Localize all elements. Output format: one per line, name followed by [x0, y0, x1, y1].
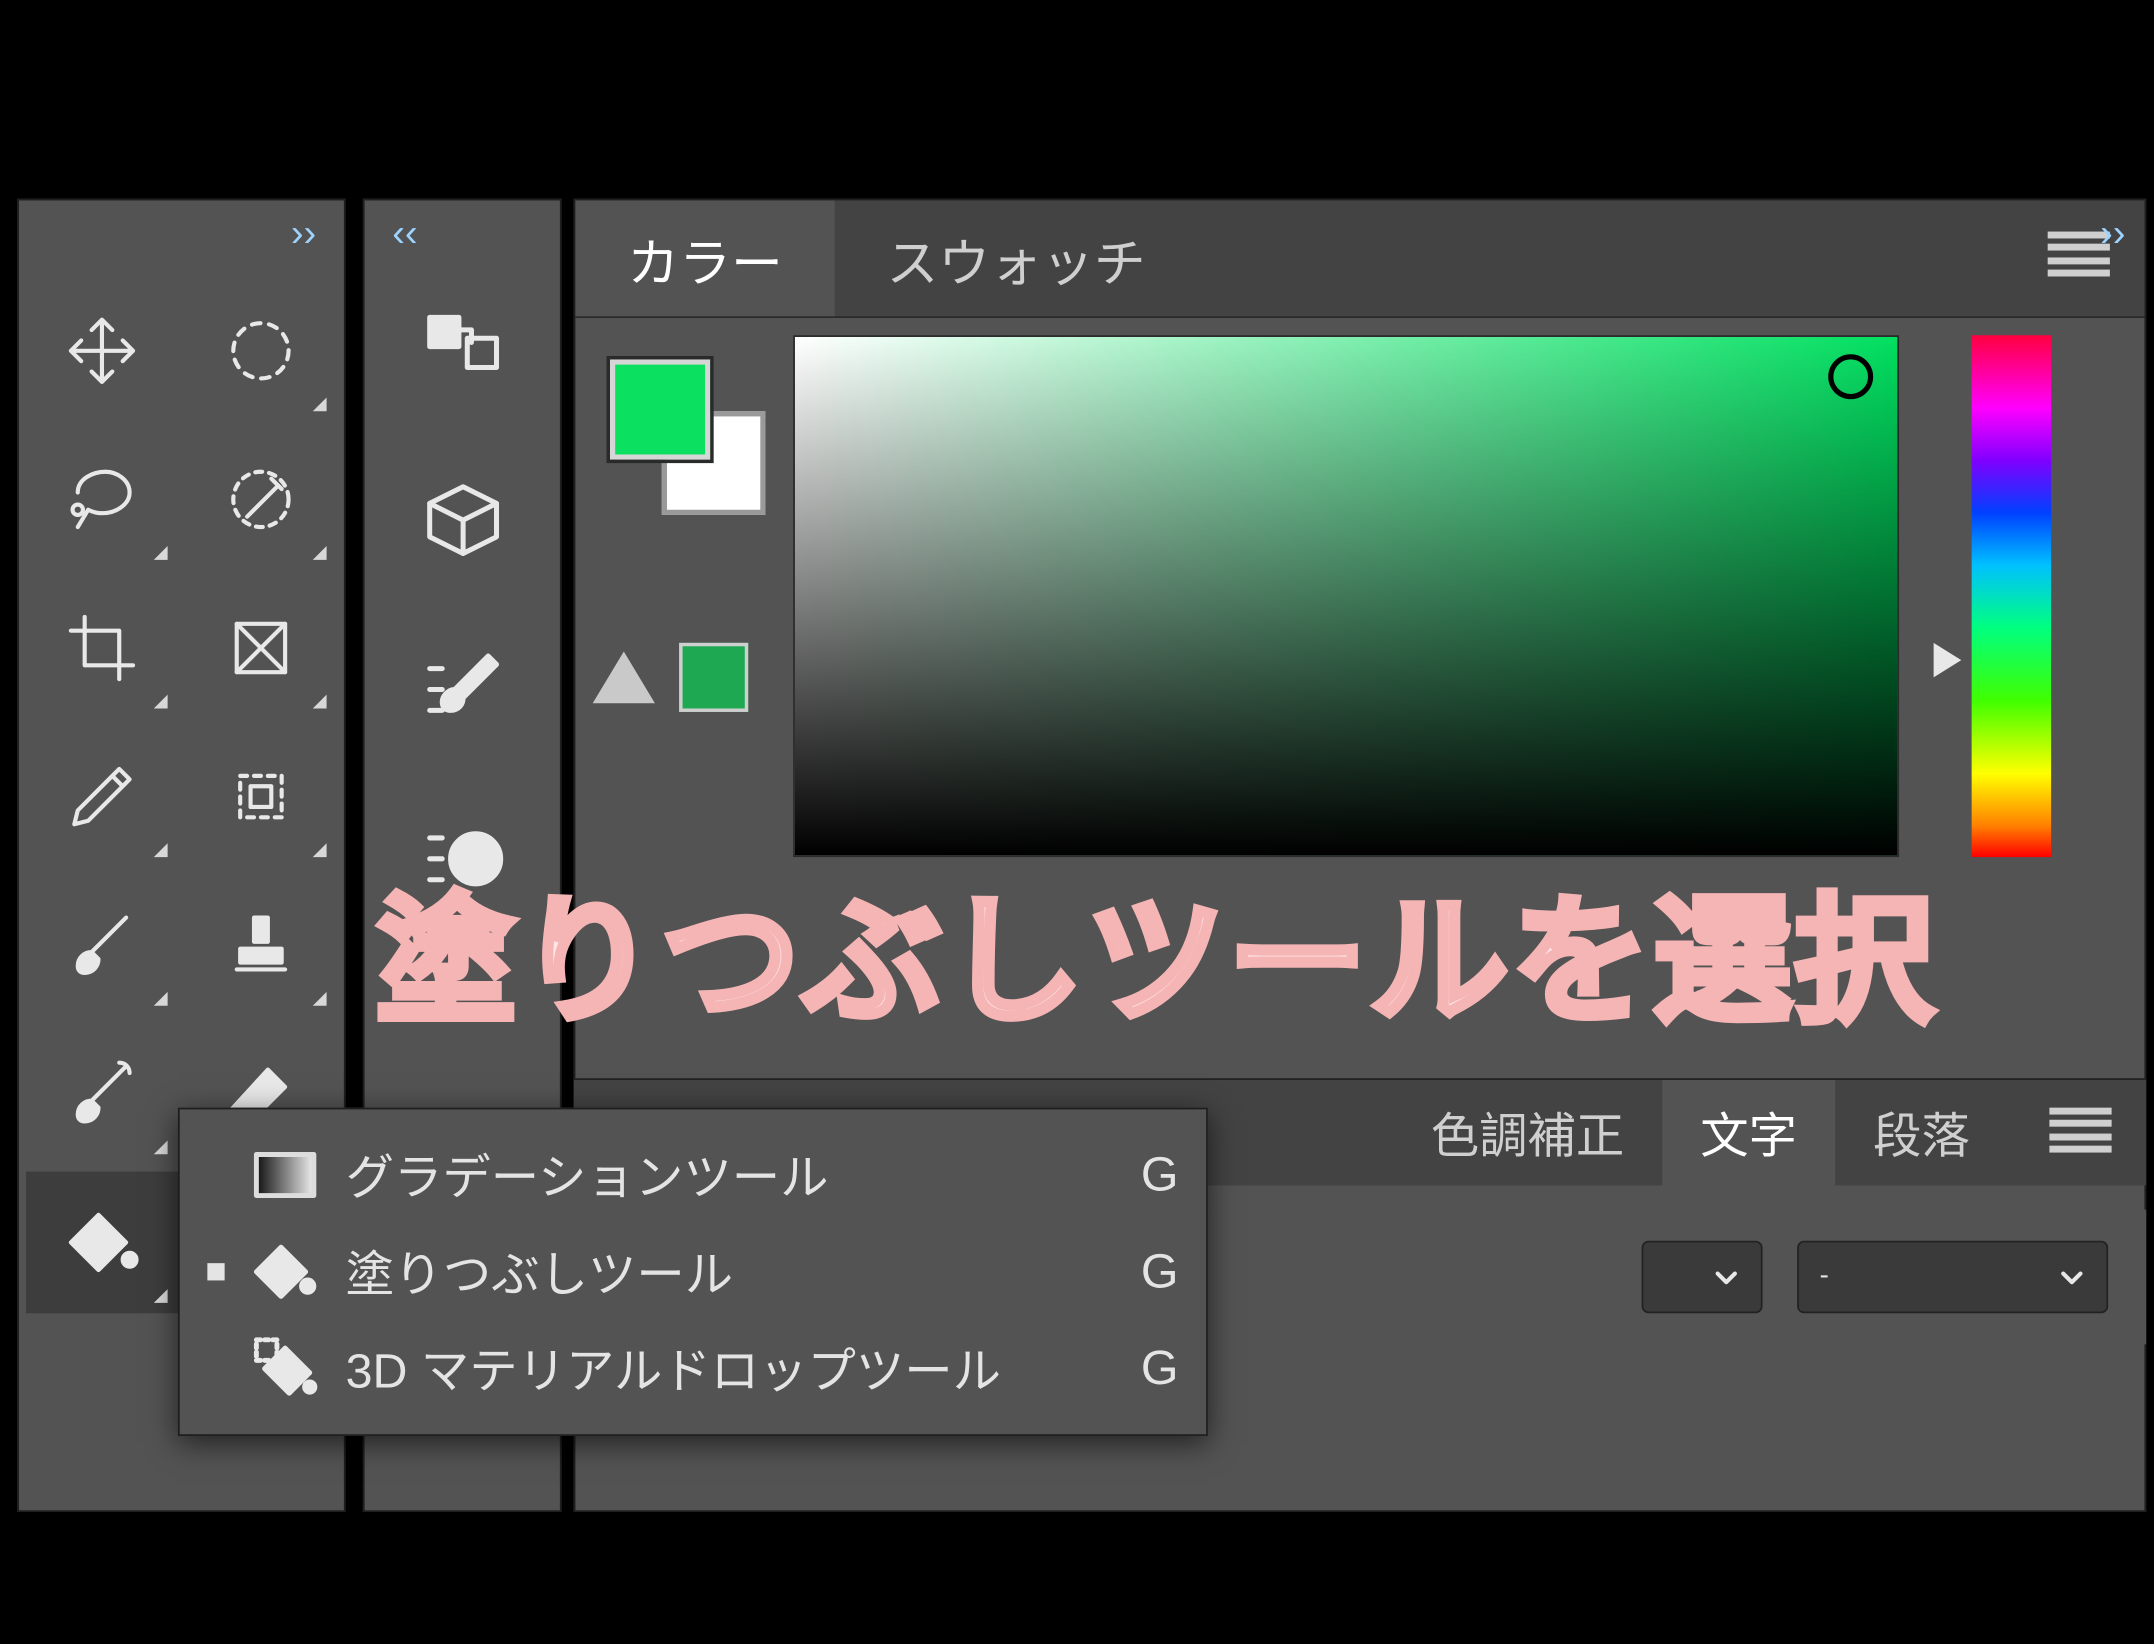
menu-icon [2049, 1108, 2111, 1153]
frame-tool[interactable] [185, 577, 337, 719]
lower-panel-menu-button[interactable] [2049, 1108, 2111, 1153]
tab-color[interactable]: カラー [575, 200, 834, 316]
patch-tool[interactable] [185, 726, 337, 868]
tab-adjustments[interactable]: 色調補正 [1393, 1080, 1663, 1185]
flyout-label: 3D マテリアルドロップツール [346, 1334, 1114, 1403]
chevron-down-icon [1712, 1263, 1740, 1291]
flyout-shortcut: G [1141, 1341, 1179, 1396]
brush-settings-panel-icon[interactable] [412, 639, 512, 739]
flyout-gradient-tool[interactable]: グラデーションツール G [190, 1127, 1196, 1224]
brushes-panel-icon[interactable] [412, 809, 512, 909]
quick-select-tool[interactable] [185, 429, 337, 571]
fg-bg-swatch[interactable] [610, 359, 769, 518]
flyout-paint-bucket-tool[interactable]: 塗りつぶしツール G [190, 1223, 1196, 1320]
font-dropdown[interactable] [1642, 1241, 1763, 1314]
tab-swatches[interactable]: スウォッチ [835, 200, 1198, 316]
current-indicator [207, 1263, 224, 1280]
flyout-shortcut: G [1141, 1244, 1179, 1299]
hue-pointer-icon [1934, 643, 1962, 678]
clone-source-panel-icon[interactable] [412, 301, 512, 401]
marquee-tool[interactable] [185, 280, 337, 422]
expand-icon: ›› [2100, 211, 2125, 254]
crop-tool[interactable] [26, 577, 178, 719]
sv-picker-ring [1828, 354, 1873, 399]
tab-paragraph[interactable]: 段落 [1835, 1080, 2008, 1185]
history-brush-tool[interactable] [26, 1023, 178, 1165]
toolbar-side-collapse[interactable]: ‹‹ [365, 200, 560, 266]
brush-tool[interactable] [26, 874, 178, 1016]
gradient-icon [252, 1142, 318, 1208]
move-tool[interactable] [26, 280, 178, 422]
font-style-value: - [1820, 1261, 1829, 1292]
chevron-down-icon [2058, 1263, 2086, 1291]
lasso-tool[interactable] [26, 429, 178, 571]
gamut-safe-swatch[interactable] [679, 643, 748, 712]
fill-tool-flyout: グラデーションツール G 塗りつぶしツール G 3D マテリアルドロップツール … [178, 1108, 1208, 1436]
collapse-icon: ‹‹ [392, 211, 417, 256]
3d-material-drop-icon [252, 1336, 318, 1402]
right-panel-expand[interactable]: ›› [2100, 211, 2125, 256]
expand-icon: ›› [291, 211, 316, 256]
fill-tool[interactable] [26, 1172, 178, 1314]
hue-strip[interactable] [1972, 335, 2051, 857]
color-panel-tabs: カラー スウォッチ [575, 200, 2144, 318]
3d-panel-icon[interactable] [412, 470, 512, 570]
font-style-dropdown[interactable]: - [1797, 1241, 2108, 1314]
eyedropper-tool[interactable] [26, 726, 178, 868]
flyout-3d-material-drop-tool[interactable]: 3D マテリアルドロップツール G [190, 1320, 1196, 1417]
foreground-color-swatch[interactable] [610, 359, 710, 459]
paint-bucket-icon [252, 1239, 318, 1305]
toolbar-main-collapse[interactable]: ›› [19, 200, 344, 266]
flyout-label: グラデーションツール [346, 1140, 1114, 1209]
saturation-value-field[interactable] [793, 335, 1899, 857]
flyout-label: 塗りつぶしツール [346, 1237, 1114, 1306]
tab-character[interactable]: 文字 [1662, 1080, 1835, 1185]
flyout-shortcut: G [1141, 1147, 1179, 1202]
stamp-tool[interactable] [185, 874, 337, 1016]
gamut-warning-icon[interactable] [593, 651, 655, 703]
